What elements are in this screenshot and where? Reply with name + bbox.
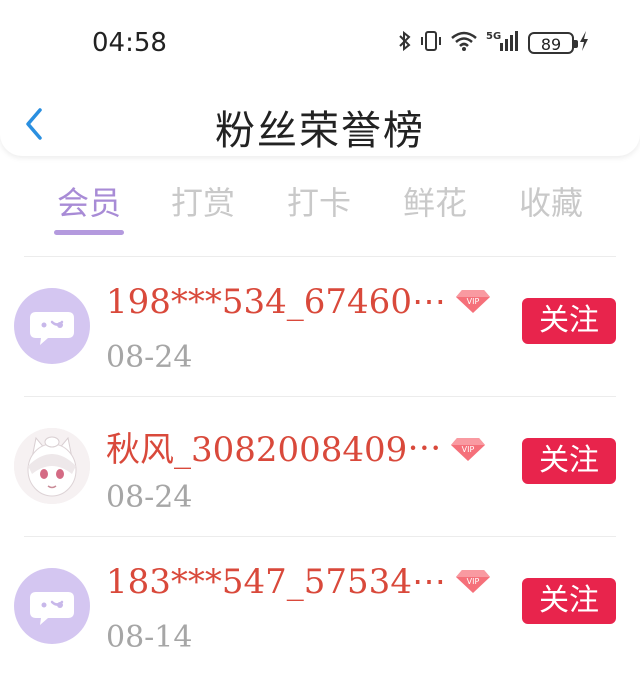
tab-favorites[interactable]: 收藏 xyxy=(506,178,596,224)
wifi-icon xyxy=(450,30,478,56)
divider xyxy=(24,396,616,397)
signal-5g-icon: 5G xyxy=(486,29,520,57)
fan-name-text: 183***547_57534⋯ xyxy=(106,562,446,602)
follow-button[interactable]: 关注 xyxy=(522,438,616,484)
page-title: 粉丝荣誉榜 xyxy=(215,108,425,154)
fan-name: 秋风_3082008409⋯ VIP xyxy=(106,422,487,472)
follow-button[interactable]: 关注 xyxy=(522,298,616,344)
fan-date: 08-24 xyxy=(106,340,193,375)
vip-badge-icon: VIP xyxy=(449,432,487,472)
tab-bar: 会员 打赏 打卡 鲜花 收藏 xyxy=(0,178,640,238)
fan-list-item[interactable]: 198***534_67460⋯ VIP 08-24 关注 xyxy=(0,270,640,408)
chat-bubble-icon xyxy=(30,312,74,345)
bluetooth-icon xyxy=(398,29,412,57)
vip-label: VIP xyxy=(467,577,480,586)
tab-members[interactable]: 会员 xyxy=(44,178,134,224)
chat-bubble-icon xyxy=(30,592,74,625)
follow-button[interactable]: 关注 xyxy=(522,578,616,624)
battery-level: 89 xyxy=(540,35,562,54)
fan-name: 198***534_67460⋯ VIP xyxy=(106,282,492,324)
vip-label: VIP xyxy=(462,445,475,454)
battery-icon: 89 xyxy=(528,32,578,54)
divider xyxy=(24,536,616,537)
top-header: 04:58 5G 89 粉丝荣誉榜 xyxy=(0,0,640,156)
fan-date: 08-24 xyxy=(106,480,193,515)
vibrate-icon xyxy=(420,29,442,57)
tab-rewards[interactable]: 打赏 xyxy=(158,178,248,224)
active-tab-indicator xyxy=(54,230,124,235)
vip-badge-icon: VIP xyxy=(454,284,492,324)
divider xyxy=(24,256,616,257)
fan-name: 183***547_57534⋯ VIP xyxy=(106,562,492,604)
fan-date: 08-14 xyxy=(106,620,193,655)
avatar[interactable] xyxy=(14,568,90,644)
vip-badge-icon: VIP xyxy=(454,564,492,604)
status-time: 04:58 xyxy=(92,28,167,58)
network-label: 5G xyxy=(486,31,501,42)
anime-cat-avatar-icon xyxy=(14,428,90,504)
status-icons: 5G 89 xyxy=(398,26,598,60)
tab-checkin[interactable]: 打卡 xyxy=(274,178,364,224)
vip-label: VIP xyxy=(467,297,480,306)
fan-list-item[interactable]: 183***547_57534⋯ VIP 08-14 关注 xyxy=(0,550,640,688)
fan-list-item[interactable]: 秋风_3082008409⋯ VIP 08-24 关注 xyxy=(0,410,640,548)
charging-icon xyxy=(578,30,590,56)
tab-flowers[interactable]: 鲜花 xyxy=(390,178,480,224)
fan-name-text: 198***534_67460⋯ xyxy=(106,282,446,322)
avatar[interactable] xyxy=(14,288,90,364)
avatar[interactable] xyxy=(14,428,90,504)
fan-name-text: 秋风_3082008409⋯ xyxy=(106,430,442,470)
